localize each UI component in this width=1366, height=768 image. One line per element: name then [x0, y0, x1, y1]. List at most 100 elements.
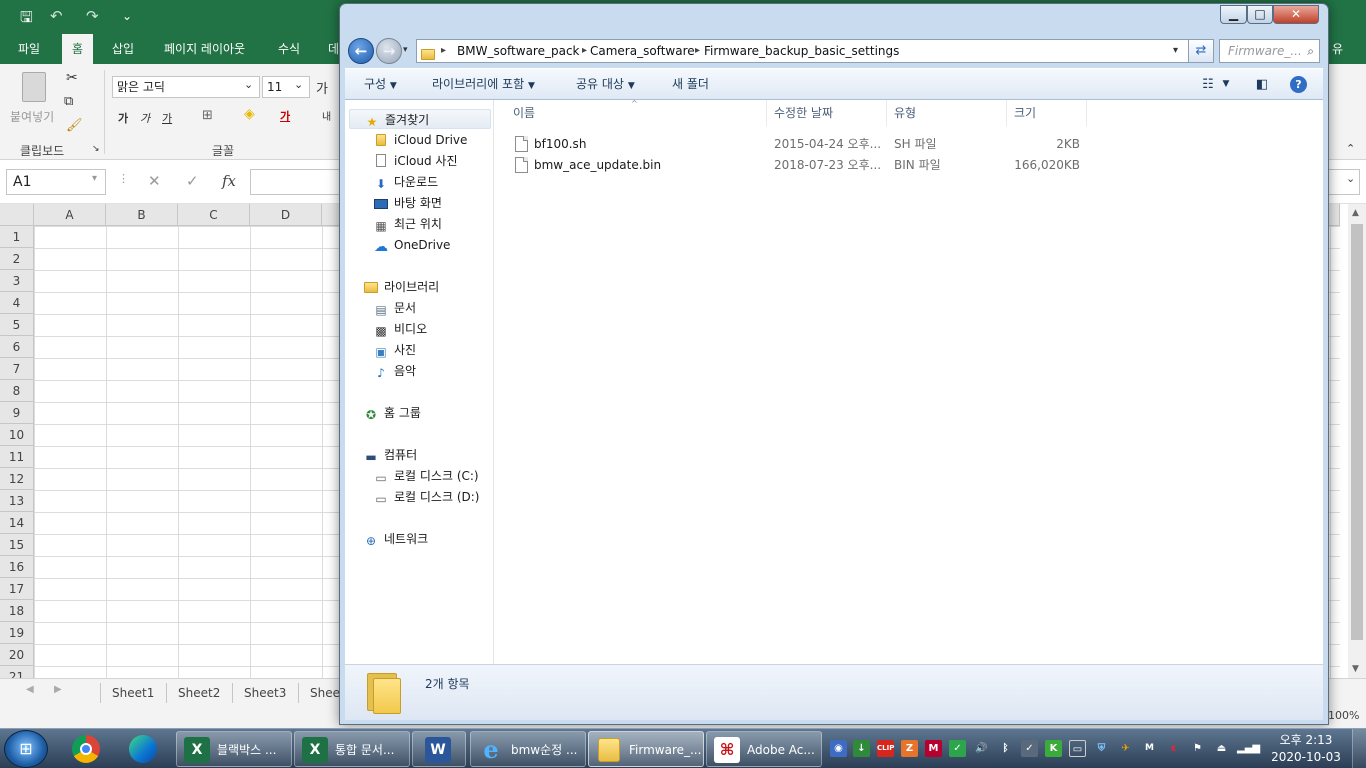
preview-pane-icon[interactable]: ◧ [1253, 75, 1271, 94]
tab-home[interactable]: 홈 [62, 34, 94, 64]
include-in-library-menu[interactable]: 라이브러리에 포함 ▼ [432, 69, 535, 100]
tree-local-disk-c[interactable]: ▭ 로컬 디스크 (C:) [373, 466, 478, 486]
tree-recent-places[interactable]: ▦ 최근 위치 [373, 214, 442, 234]
file-row[interactable]: bf100.sh 2015-04-24 오후... SH 파일 2KB [495, 134, 1323, 155]
tray-app-icon[interactable]: ◉ [830, 740, 847, 757]
select-all-corner[interactable] [0, 204, 34, 226]
breadcrumb-separator-icon[interactable]: ▸ [441, 40, 446, 62]
share-with-menu[interactable]: 공유 대상 ▼ [576, 69, 635, 100]
tab-file[interactable]: 파일 [8, 34, 50, 64]
enter-formula-button[interactable]: ✓ [186, 172, 199, 190]
column-header-name[interactable]: 이름 ^ [495, 99, 767, 126]
bold-button[interactable]: 가 [118, 110, 128, 126]
undo-icon[interactable]: ↶ [50, 7, 63, 25]
scroll-down-icon[interactable]: ▼ [1352, 664, 1359, 674]
sheet-tab[interactable]: Sheet3 [232, 683, 297, 703]
address-history-icon[interactable]: ▾ [1173, 40, 1178, 62]
format-painter-icon[interactable]: 🖌 [66, 118, 83, 133]
cut-icon[interactable]: ✂ [66, 70, 78, 86]
recent-pages-icon[interactable]: ▾ [403, 45, 408, 55]
address-bar[interactable]: ▸ BMW_software_pack ▸ Camera_software ▸ … [416, 39, 1194, 63]
customize-qa-icon[interactable]: ⌄ [122, 9, 132, 23]
tree-documents[interactable]: ▤ 문서 [373, 298, 416, 318]
prev-sheet-icon[interactable]: ◀ [26, 684, 34, 695]
redo-icon[interactable]: ↷ [86, 7, 99, 25]
system-clock[interactable]: 오후 2:13 2020-10-03 [1270, 732, 1342, 766]
clipboard-launcher-icon[interactable]: ↘ [92, 144, 100, 154]
tree-favorites[interactable]: ★ 즐겨찾기 [349, 109, 491, 129]
help-icon[interactable]: ? [1290, 76, 1307, 93]
column-header[interactable]: A [34, 204, 106, 226]
wrap-text-button[interactable]: 내 [322, 108, 331, 123]
tree-homegroup[interactable]: ✪ 홈 그룹 [363, 403, 421, 423]
usb-icon[interactable]: ⏏ [1213, 740, 1230, 757]
tab-formulas[interactable]: 수식 [268, 34, 310, 64]
tree-music[interactable]: ♪ 음악 [373, 361, 416, 381]
row-header[interactable]: 8 [0, 380, 34, 402]
row-header[interactable]: 7 [0, 358, 34, 380]
tree-libraries[interactable]: 라이브러리 [363, 277, 439, 297]
tray-check-icon[interactable]: ✓ [949, 740, 966, 757]
taskbar-app[interactable]: ⌘ Adobe Ac... [706, 731, 822, 767]
start-button[interactable]: ⊞ [4, 730, 48, 768]
row-header[interactable]: 2 [0, 248, 34, 270]
zoom-level[interactable]: 100% [1328, 709, 1359, 722]
grow-font-button[interactable]: 가 [316, 78, 328, 97]
row-header[interactable]: 4 [0, 292, 34, 314]
column-header[interactable]: B [106, 204, 178, 226]
row-header[interactable]: 5 [0, 314, 34, 336]
tray-app-icon[interactable]: M [925, 740, 942, 757]
shield-icon[interactable]: ⛨ [1093, 740, 1110, 757]
border-icon[interactable]: ⊞ [202, 108, 213, 123]
breadcrumb-item[interactable]: Camera_software [590, 40, 695, 62]
organize-menu[interactable]: 구성 ▼ [364, 69, 397, 100]
bluetooth-icon[interactable]: ᛒ [997, 740, 1014, 757]
volume-icon[interactable]: 🔊 [973, 740, 990, 757]
tree-icloud-photos[interactable]: iCloud 사진 [373, 151, 458, 171]
row-header[interactable]: 16 [0, 556, 34, 578]
row-header[interactable]: 3 [0, 270, 34, 292]
taskbar-pinned-edge[interactable] [120, 731, 168, 767]
row-header[interactable]: 11 [0, 446, 34, 468]
action-center-flag-icon[interactable]: ⚑ [1189, 740, 1206, 757]
tree-computer[interactable]: ▬ 컴퓨터 [363, 445, 417, 465]
tray-app-icon[interactable]: ↓ [853, 740, 870, 757]
view-dropdown-icon[interactable]: ▼ [1220, 75, 1232, 94]
row-header[interactable]: 18 [0, 600, 34, 622]
new-folder-button[interactable]: 새 폴더 [672, 69, 709, 100]
taskbar-app[interactable]: X 통합 문서... [294, 731, 410, 767]
tree-desktop[interactable]: 바탕 화면 [373, 193, 442, 213]
tray-app-icon[interactable]: ✓ [1021, 740, 1038, 757]
sheet-tab[interactable]: Sheet1 [100, 683, 165, 703]
row-header[interactable]: 14 [0, 512, 34, 534]
tree-downloads[interactable]: ⬇ 다운로드 [373, 172, 438, 192]
paste-button[interactable]: 붙여넣기 [10, 70, 60, 130]
back-button[interactable]: ← [348, 38, 374, 64]
collapse-ribbon-icon[interactable]: ⌃ [1346, 142, 1355, 155]
search-input[interactable]: Firmware_... ⌕ [1219, 39, 1320, 63]
name-box-dropdown-icon[interactable]: ▾ [92, 173, 97, 184]
taskbar-app[interactable]: e bmw순정 ... [470, 731, 586, 767]
excel-vertical-scrollbar[interactable]: ▲ ▼ [1348, 204, 1366, 678]
insert-function-button[interactable]: fx [222, 172, 236, 190]
breadcrumb-separator-icon[interactable]: ▸ [582, 40, 587, 62]
column-header-size[interactable]: 크기 [1007, 100, 1087, 126]
underline-button[interactable]: 가 [162, 110, 172, 126]
row-header[interactable]: 13 [0, 490, 34, 512]
minimize-button[interactable]: ▁ [1220, 5, 1247, 24]
tab-page-layout[interactable]: 페이지 레이아웃 [154, 34, 255, 64]
row-header[interactable]: 17 [0, 578, 34, 600]
column-header-type[interactable]: 유형 [887, 100, 1007, 126]
font-color-button[interactable]: 가 [280, 108, 290, 124]
scroll-up-icon[interactable]: ▲ [1352, 208, 1359, 218]
row-header[interactable]: 19 [0, 622, 34, 644]
breadcrumb-item[interactable]: BMW_software_pack [457, 40, 580, 62]
next-sheet-icon[interactable]: ▶ [54, 684, 62, 695]
expand-formula-icon[interactable]: ⌄ [1346, 172, 1355, 185]
row-header[interactable]: 21 [0, 666, 34, 678]
maximize-button[interactable]: □ [1247, 5, 1273, 24]
taskbar-pinned-chrome[interactable] [64, 731, 110, 767]
sheet-tab[interactable]: Sheet2 [166, 683, 231, 703]
font-name-select[interactable]: 맑은 고딕 [112, 76, 260, 98]
tree-icloud-drive[interactable]: iCloud Drive [373, 130, 467, 150]
